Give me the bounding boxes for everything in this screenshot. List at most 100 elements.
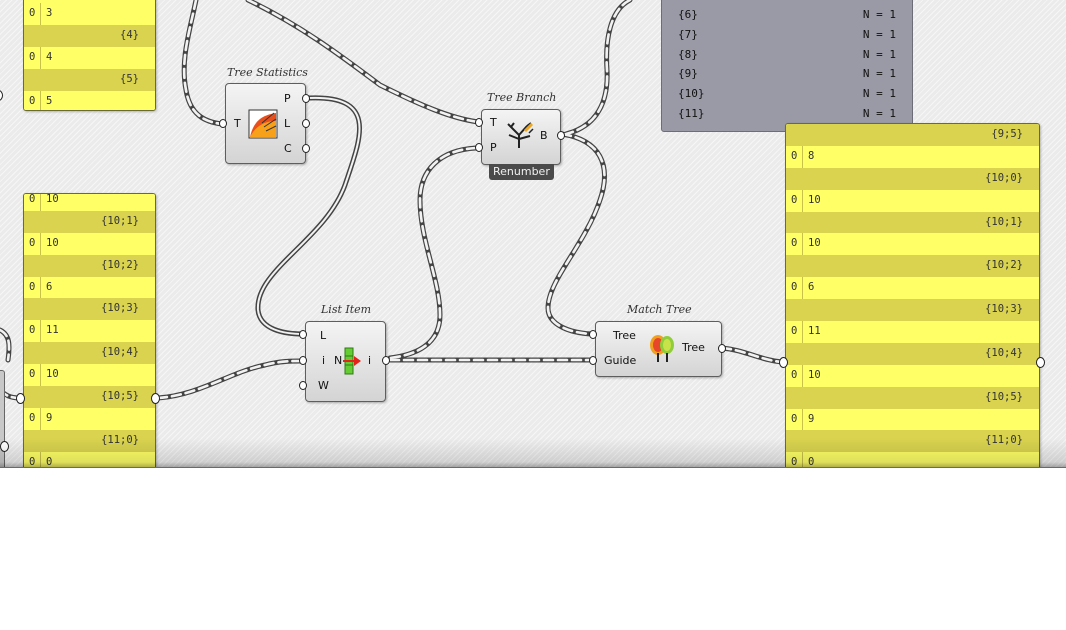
stats-path: {8}: [678, 47, 698, 61]
input-port-t[interactable]: [219, 119, 227, 128]
panel-item-index: 0: [791, 193, 798, 206]
panel-item-value: 6: [808, 281, 815, 294]
stats-path: {7}: [678, 27, 698, 41]
panel-item-index: 0: [29, 411, 36, 424]
panel-value-row: 0 10: [786, 233, 1039, 256]
panel-item-value: 10: [808, 368, 821, 381]
input-port-l[interactable]: [299, 330, 307, 339]
panel-item-value: 6: [46, 280, 53, 293]
panel-path-row: {10;3}: [24, 298, 155, 321]
panel-right[interactable]: {9;5} 0 8 {10;0} 0 10 {10;1} 0 10 {10;2} 0 6 {10;3} 0…: [785, 123, 1040, 468]
stats-panel[interactable]: {6} N = 1 {7} N = 1 {8} N = 1 {9} N = 1 {10} N = …: [661, 0, 913, 132]
panel-value-row: 04: [24, 46, 155, 69]
panel-value-row: 09: [786, 408, 1039, 431]
panel-left-top[interactable]: 0 3 {4} 0 4 {5} 0 5: [23, 0, 156, 111]
panel-item-value: 0: [46, 455, 53, 468]
panel-value-row: 05: [24, 90, 155, 110]
tree-branch-component[interactable]: T P B: [481, 109, 561, 165]
panel-value-row: 0 10: [24, 364, 155, 387]
panel-value-row: 0 10: [786, 189, 1039, 212]
port-label-t: T: [234, 117, 241, 130]
panel-item-value: 8: [808, 149, 815, 162]
stats-count: N = 1: [862, 67, 896, 81]
panel-path-row: {4}: [24, 24, 155, 47]
input-port-t[interactable]: [475, 118, 483, 127]
panel-value-row: 08: [786, 145, 1039, 168]
panel-item-value: 10: [46, 368, 59, 381]
panel-item-index: 0: [29, 280, 36, 293]
panel-path-row: {10;1}: [24, 210, 155, 233]
input-port-guide[interactable]: [589, 356, 597, 365]
port-label-c: C: [284, 142, 292, 155]
panel-item-value: 10: [46, 193, 59, 205]
port-label-w: W: [318, 379, 329, 392]
panel-left-bottom[interactable]: 0 10 {10;1} 0 10 {10;2} 0 6 {10;3} 0 11 {10;4} 0 10 {1…: [23, 193, 156, 468]
panel-item-value: 10: [808, 237, 821, 250]
stats-path: {9}: [678, 67, 698, 81]
output-port-c[interactable]: [302, 144, 310, 153]
panel-path-row: {10;5}: [24, 386, 155, 408]
panel-item-index: 0: [29, 368, 36, 381]
match-tree-title: Match Tree: [627, 303, 692, 316]
panel-value-row: 03: [24, 3, 155, 25]
panel-path-row: {5}: [24, 68, 155, 91]
port-label-b: B: [540, 129, 548, 142]
panel-item-value: 9: [808, 412, 815, 425]
input-port-i[interactable]: [299, 356, 307, 365]
stats-count: N = 1: [862, 107, 896, 120]
panel-input-port[interactable]: [779, 357, 788, 368]
output-port-tree[interactable]: [718, 344, 726, 353]
canvas-bottom-border: [0, 467, 1066, 468]
port-label-guide: Guide: [604, 354, 637, 367]
panel-item-index: 0: [791, 325, 798, 338]
panel-output-port[interactable]: [151, 393, 160, 404]
match-tree-icon: [650, 335, 674, 362]
panel-path-row: {10;4}: [786, 342, 1039, 365]
panel-path-row: {10;2}: [786, 255, 1039, 278]
panel-path-row: {10;1}: [786, 211, 1039, 234]
panel-item-value: 5: [46, 94, 53, 107]
stats-row: {11} N = 1: [662, 104, 912, 124]
stats-row: {7} N = 1: [662, 25, 912, 45]
output-port-p[interactable]: [302, 94, 310, 103]
panel-item-value: 0: [808, 456, 815, 468]
port-label-l: L: [320, 329, 327, 342]
panel-value-row: 0 10: [24, 232, 155, 255]
panel-value-row: 06: [24, 276, 155, 299]
port-label-p: P: [284, 92, 291, 105]
stats-count: N = 1: [862, 27, 896, 41]
panel-path-row: {9;5}: [786, 124, 1039, 146]
panel-path-row: {10;0}: [786, 167, 1039, 190]
output-port-l[interactable]: [302, 119, 310, 128]
panel-path-row: {10;2}: [24, 254, 155, 277]
panel-item-index: 0: [29, 455, 36, 468]
port-label-p: P: [490, 141, 497, 154]
input-port-tree[interactable]: [589, 330, 597, 339]
match-tree-component[interactable]: Tree Guide Tree: [595, 321, 722, 377]
port-label-i: i: [322, 354, 326, 367]
input-port-p[interactable]: [475, 143, 483, 152]
panel-item-index: 0: [29, 50, 36, 63]
panel-item-index: 0: [791, 456, 798, 468]
panel-item-index: 0: [29, 236, 36, 249]
port-label-l: L: [284, 117, 291, 130]
panel-output-port[interactable]: [1036, 357, 1045, 368]
grasshopper-canvas[interactable]: 0 3 {4} 0 4 {5} 0 5 0 10 {10;1} 0 10 {10;2} 0 6 {10;3} 0…: [0, 0, 1066, 468]
panel-path-row: {10;5}: [786, 386, 1039, 409]
panel-path-row: {10;4}: [24, 342, 155, 365]
tree-statistics-component[interactable]: T P L C: [225, 83, 306, 164]
list-item-component[interactable]: L i W i N: [305, 321, 386, 402]
edge-port-left[interactable]: [0, 441, 9, 452]
panel-input-port[interactable]: [16, 393, 25, 404]
output-port-i[interactable]: [382, 356, 390, 365]
output-port-b[interactable]: [557, 131, 565, 140]
panel-value-row: 0 10: [24, 193, 155, 211]
panel-item-value: 11: [808, 325, 821, 338]
panel-value-row: 00: [24, 451, 155, 468]
tree-statistics-title: Tree Statistics: [227, 66, 308, 79]
stats-path: {11}: [678, 107, 705, 120]
input-port-w[interactable]: [299, 381, 307, 390]
tree-branch-title: Tree Branch: [487, 91, 557, 104]
list-item-icon-label: N: [334, 354, 343, 367]
panel-value-row: 00: [786, 452, 1039, 468]
